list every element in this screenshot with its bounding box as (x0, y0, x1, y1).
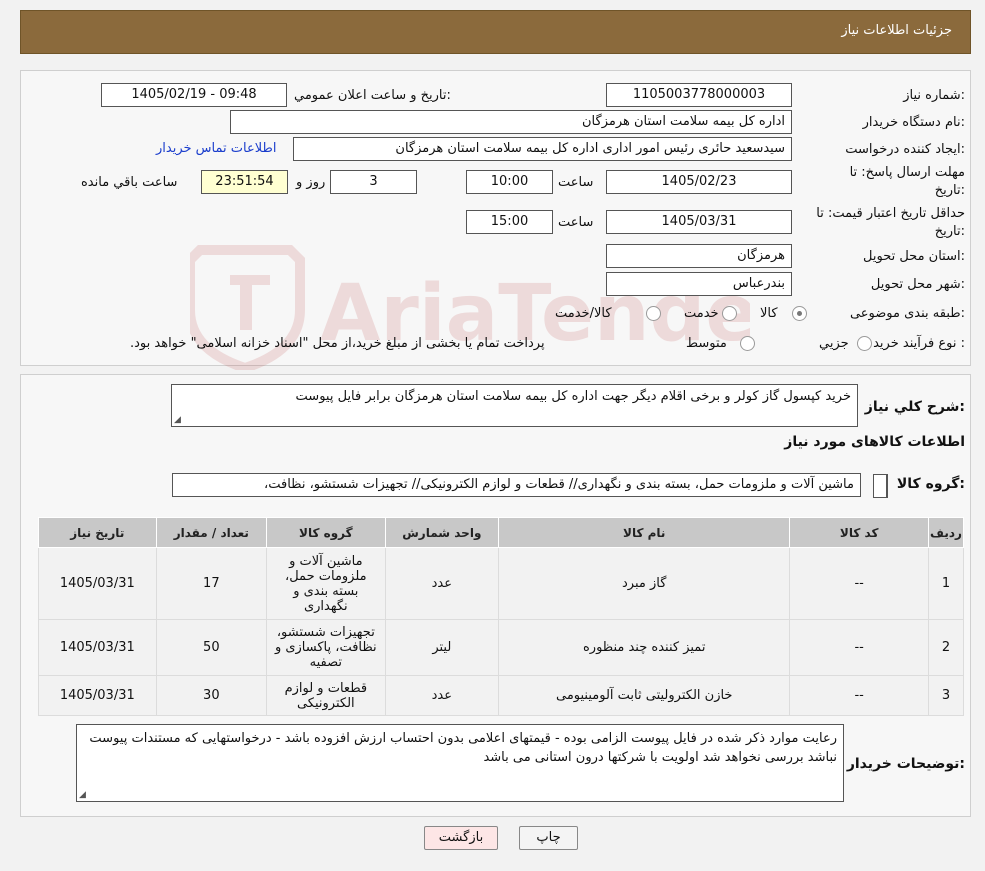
resize-grip-icon[interactable]: ◢ (174, 416, 181, 425)
remaining-time-field: 23:51:54 (201, 170, 288, 194)
table-header-row: ردیف کد کالا نام کالا واحد شمارش گروه کا… (38, 517, 965, 548)
notes-textarea: رعایت موارد ذکر شده در فایل پیوست الزامی… (76, 724, 844, 802)
cell-code: -- (789, 547, 929, 620)
creator-field: سیدسعید حائری رئیس امور اداری اداره کل ب… (293, 137, 792, 161)
group-label: گروه کالا: (896, 476, 965, 492)
validity-label: حداقل تاریخ اعتبار قیمت: تا (816, 206, 965, 221)
cell-unit: عدد (384, 675, 500, 716)
category-label: طبقه بندی موضوعی: (849, 306, 965, 321)
summary-text: خرید کپسول گاز کولر و برخی اقلام دیگر جه… (295, 389, 851, 404)
col-date: تاریخ نیاز (38, 517, 157, 548)
cell-group: ماشین آلات و ملزومات حمل، بسته بندی و نگ… (266, 547, 386, 620)
category-service-label: خدمت (684, 306, 719, 321)
items-table: ردیف کد کالا نام کالا واحد شمارش گروه کا… (38, 517, 965, 716)
cell-qty: 30 (155, 675, 268, 716)
need-number-label: شماره نیاز: (903, 88, 965, 103)
category-goods-radio[interactable] (792, 306, 807, 321)
announce-label: تاریخ و ساعت اعلان عمومي: (294, 88, 451, 103)
back-button[interactable]: بازگشت (424, 826, 498, 850)
cell-group: قطعات و لوازم الکترونیکی (266, 675, 386, 716)
city-field: بندرعباس (606, 272, 792, 296)
validity-date-field: 1405/03/31 (606, 210, 792, 234)
province-label: استان محل تحویل: (863, 249, 965, 264)
need-number-field: 1105003778000003 (606, 83, 792, 107)
remaining-label: ساعت باقي مانده (81, 175, 178, 190)
creator-label: ایجاد کننده درخواست: (845, 142, 965, 157)
validity-time-label: ساعت (558, 215, 594, 230)
group-field: ماشین آلات و ملزومات حمل، بسته بندی و نگ… (172, 473, 861, 497)
deadline-time-field: 10:00 (466, 170, 553, 194)
cell-row: 1 (927, 547, 965, 620)
cell-qty: 50 (155, 619, 268, 676)
items-title: اطلاعات کالاهای مورد نیاز (784, 434, 965, 450)
deadline-time-label: ساعت (558, 175, 594, 190)
page-header: جزئیات اطلاعات نیاز (20, 10, 971, 54)
process-label: نوع فرآیند خرید : (873, 336, 965, 351)
cell-code: -- (789, 675, 929, 716)
table-row[interactable]: 3 -- خازن الکترولیتی ثابت آلومینیومی عدد… (38, 675, 965, 716)
deadline-label-2: تاریخ: (934, 183, 965, 198)
cell-unit: عدد (384, 547, 500, 620)
days-remaining-field: 3 (330, 170, 417, 194)
buyer-field: اداره کل بیمه سلامت استان هرمزگان (230, 110, 792, 134)
notes-label: توضیحات خریدار: (846, 756, 965, 772)
process-medium-label: متوسط (686, 336, 727, 351)
process-medium-radio[interactable] (740, 336, 755, 351)
print-button[interactable]: چاپ (519, 826, 578, 850)
cell-date: 1405/03/31 (38, 675, 157, 716)
cell-qty: 17 (155, 547, 268, 620)
col-row: ردیف (927, 517, 965, 548)
resize-grip-icon[interactable]: ◢ (79, 791, 86, 800)
days-label: روز و (296, 175, 326, 190)
cell-date: 1405/03/31 (38, 619, 157, 676)
process-note: پرداخت تمام یا بخشی از مبلغ خرید،از محل … (130, 336, 545, 351)
deadline-label: مهلت ارسال پاسخ: تا (849, 165, 965, 180)
validity-time-field: 15:00 (466, 210, 553, 234)
process-minor-label: جزیي (819, 336, 849, 351)
col-qty: تعداد / مقدار (155, 517, 268, 548)
cell-row: 3 (927, 675, 965, 716)
cell-date: 1405/03/31 (38, 547, 157, 620)
process-minor-radio[interactable] (857, 336, 872, 351)
category-service-radio[interactable] (722, 306, 737, 321)
col-code: کد کالا (789, 517, 929, 548)
page-title: جزئیات اطلاعات نیاز (841, 23, 952, 38)
category-goods-label: کالا (760, 306, 778, 321)
city-label: شهر محل تحویل: (870, 277, 965, 292)
summary-label: شرح کلي نیاز: (864, 399, 965, 415)
cell-code: -- (789, 619, 929, 676)
cell-group: تجهیزات شستشو، نظافت، پاکسازی و تصفیه (266, 619, 386, 676)
summary-textarea: خرید کپسول گاز کولر و برخی اقلام دیگر جه… (171, 384, 858, 427)
table-row[interactable]: 2 -- تمیز کننده چند منظوره لیتر تجهیزات … (38, 619, 965, 676)
cell-unit: لیتر (384, 619, 500, 676)
notes-text: رعایت موارد ذکر شده در فایل پیوست الزامی… (89, 731, 837, 765)
cell-name: گاز مبرد (498, 547, 791, 620)
buyer-label: نام دستگاه خریدار: (862, 115, 965, 130)
province-field: هرمزگان (606, 244, 792, 268)
announce-datetime-field: 1405/02/19 - 09:48 (101, 83, 287, 107)
cell-name: تمیز کننده چند منظوره (498, 619, 791, 676)
cell-row: 2 (927, 619, 965, 676)
validity-label-2: تاریخ: (934, 224, 965, 239)
category-goods-service-radio[interactable] (646, 306, 661, 321)
col-unit: واحد شمارش (384, 517, 500, 548)
col-name: نام کالا (498, 517, 791, 548)
cell-name: خازن الکترولیتی ثابت آلومینیومی (498, 675, 791, 716)
deadline-date-field: 1405/02/23 (606, 170, 792, 194)
table-row[interactable]: 1 -- گاز مبرد عدد ماشین آلات و ملزومات ح… (38, 547, 965, 620)
category-goods-service-label: کالا/خدمت (555, 306, 612, 321)
buyer-contact-link[interactable]: اطلاعات تماس خریدار (156, 141, 276, 156)
col-group: گروه کالا (266, 517, 386, 548)
